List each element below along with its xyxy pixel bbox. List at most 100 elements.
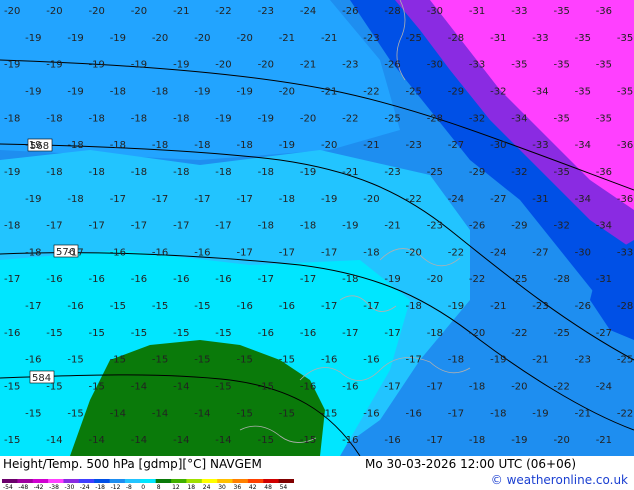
temp-label: -16 xyxy=(46,274,62,285)
temp-label: -27 xyxy=(596,328,612,339)
temp-label: -25 xyxy=(511,274,527,285)
temp-label: -36 xyxy=(596,6,612,17)
temp-label: -34 xyxy=(532,87,548,98)
legend-swatch xyxy=(2,479,18,483)
temp-label: -17 xyxy=(46,221,62,232)
temp-label: -21 xyxy=(321,33,337,44)
temp-label: -18 xyxy=(131,113,147,124)
temp-label: -36 xyxy=(596,167,612,178)
temp-label: -19 xyxy=(194,87,210,98)
temp-label: -19 xyxy=(215,113,231,124)
legend-swatch xyxy=(140,479,157,483)
map-footer: Height/Temp. 500 hPa [gdmp][°C] NAVGEM M… xyxy=(0,456,634,490)
temp-label: -15 xyxy=(4,435,20,446)
temp-label: -34 xyxy=(575,194,591,205)
temp-label: -33 xyxy=(511,6,527,17)
temp-label: -18 xyxy=(363,247,379,258)
temp-label: -16 xyxy=(194,247,210,258)
temp-label: -25 xyxy=(427,167,443,178)
temp-label: -20 xyxy=(194,33,210,44)
temp-label: -26 xyxy=(342,6,358,17)
temp-label: -18 xyxy=(110,140,126,151)
temp-label: -16 xyxy=(89,274,105,285)
temp-label: -26 xyxy=(384,60,400,71)
temp-label: -16 xyxy=(363,355,379,366)
temp-label: -15 xyxy=(215,382,231,393)
temp-label: -23 xyxy=(427,221,443,232)
legend-tick: -8 xyxy=(126,484,132,489)
temp-label: -19 xyxy=(448,301,464,312)
temp-label: -16 xyxy=(342,382,358,393)
temp-label: -18 xyxy=(173,113,189,124)
temp-label: -18 xyxy=(152,87,168,98)
temp-label: -22 xyxy=(406,194,422,205)
temp-label: -18 xyxy=(469,382,485,393)
map-credit[interactable]: © weatheronline.co.uk xyxy=(491,473,628,487)
temp-label: -15 xyxy=(131,328,147,339)
temp-label: -19 xyxy=(4,60,20,71)
temp-label: -21 xyxy=(490,301,506,312)
temp-label: -16 xyxy=(279,301,295,312)
temp-label: -14 xyxy=(131,382,147,393)
legend-swatch xyxy=(171,479,187,483)
temp-label: -16 xyxy=(215,274,231,285)
temp-label: -16 xyxy=(173,274,189,285)
temp-label: -23 xyxy=(406,140,422,151)
temp-label: -15 xyxy=(321,408,337,419)
legend-tick: -24 xyxy=(80,484,90,489)
temp-label: -32 xyxy=(554,221,570,232)
temp-label: -30 xyxy=(490,140,506,151)
temp-label: -16 xyxy=(300,328,316,339)
legend-swatch xyxy=(278,479,294,483)
legend-swatch xyxy=(78,479,95,483)
temp-label: -31 xyxy=(469,6,485,17)
legend-swatch xyxy=(232,479,249,483)
temp-label: -21 xyxy=(532,355,548,366)
temp-label: -30 xyxy=(427,60,443,71)
temp-label: -35 xyxy=(617,33,633,44)
temp-label: -32 xyxy=(511,167,527,178)
temp-label: -15 xyxy=(4,382,20,393)
legend-tick: 54 xyxy=(280,484,288,489)
temp-label: -17 xyxy=(363,301,379,312)
temp-label: -33 xyxy=(532,33,548,44)
temp-label: -22 xyxy=(469,274,485,285)
temp-label: -17 xyxy=(448,408,464,419)
temp-label: -18 xyxy=(279,194,295,205)
temp-label: -27 xyxy=(532,247,548,258)
temp-label: -22 xyxy=(511,328,527,339)
temp-label: -15 xyxy=(46,328,62,339)
temp-label: -14 xyxy=(89,435,105,446)
temp-label: -28 xyxy=(384,6,400,17)
temp-label: -16 xyxy=(300,382,316,393)
temp-label: -20 xyxy=(511,382,527,393)
legend-tick: 8 xyxy=(157,484,161,489)
temp-label: -31 xyxy=(532,194,548,205)
temp-label: -15 xyxy=(173,328,189,339)
legend-swatch xyxy=(124,479,141,483)
temp-label: -25 xyxy=(617,355,633,366)
temp-label: -16 xyxy=(363,408,379,419)
temp-label: -29 xyxy=(448,87,464,98)
temp-label: -16 xyxy=(237,301,253,312)
temp-label: -18 xyxy=(131,167,147,178)
temp-label: -15 xyxy=(258,435,274,446)
temp-label: -17 xyxy=(300,274,316,285)
temp-label: -23 xyxy=(363,33,379,44)
temp-label: -16 xyxy=(258,328,274,339)
temp-label: -16 xyxy=(406,408,422,419)
temp-label: -19 xyxy=(511,435,527,446)
temp-label: -35 xyxy=(554,6,570,17)
temp-label: -17 xyxy=(110,194,126,205)
temp-label: -18 xyxy=(258,167,274,178)
temp-label: -30 xyxy=(427,6,443,17)
legend-swatch xyxy=(201,479,218,483)
temp-label: -17 xyxy=(237,247,253,258)
legend-tick: -30 xyxy=(65,484,75,489)
temp-label: -17 xyxy=(89,221,105,232)
temp-label: -21 xyxy=(342,167,358,178)
temp-label: -21 xyxy=(321,87,337,98)
temp-label: -16 xyxy=(384,435,400,446)
temp-label: -20 xyxy=(279,87,295,98)
temp-label: -24 xyxy=(596,382,612,393)
